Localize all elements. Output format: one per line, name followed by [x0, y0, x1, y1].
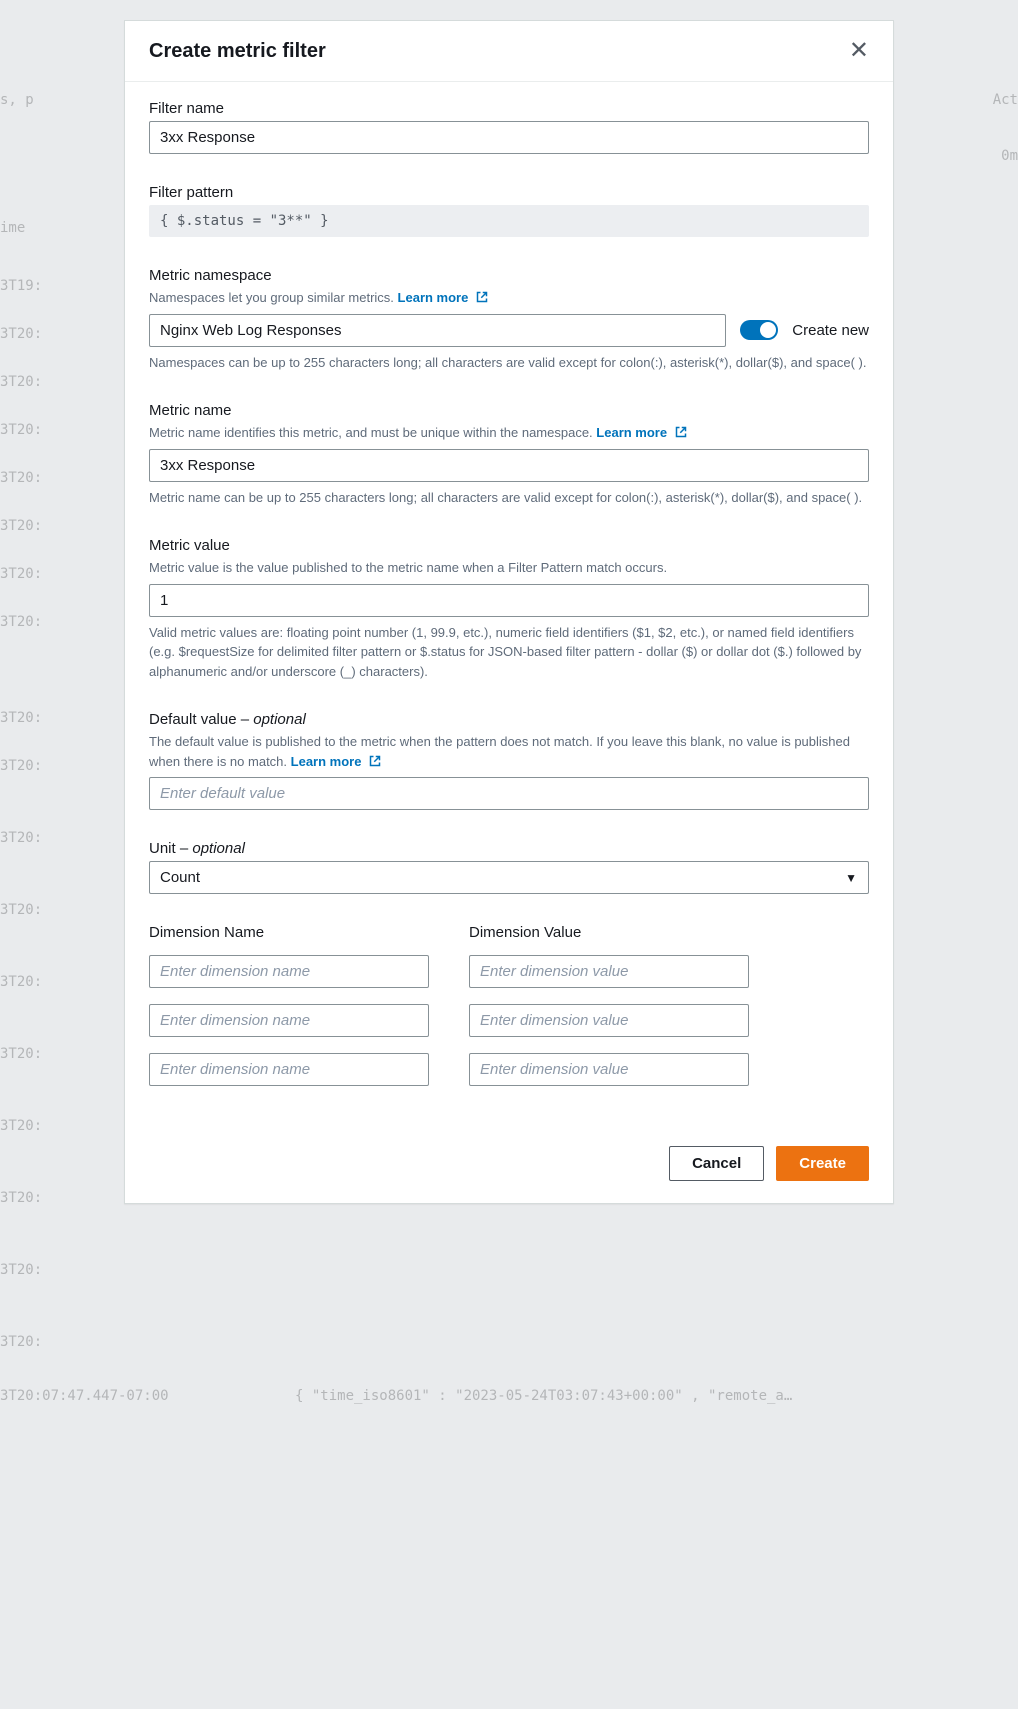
metric-value-field: Metric value Metric value is the value p… [149, 537, 869, 681]
metric-namespace-input[interactable] [149, 314, 726, 347]
namespace-learn-more-link[interactable]: Learn more [398, 290, 488, 305]
filter-pattern-label: Filter pattern [149, 184, 869, 201]
dimension-name-input[interactable] [149, 955, 429, 988]
metric-namespace-label: Metric namespace [149, 267, 869, 284]
unit-select[interactable] [149, 861, 869, 894]
metric-value-label: Metric value [149, 537, 869, 554]
modal-footer: Cancel Create [125, 1126, 893, 1203]
filter-name-field: Filter name [149, 100, 869, 154]
metric-name-input[interactable] [149, 449, 869, 482]
external-link-icon [369, 755, 381, 767]
dimension-name-header: Dimension Name [149, 924, 429, 941]
default-value-field: Default value – optional The default val… [149, 711, 869, 810]
dimension-value-input[interactable] [469, 1053, 749, 1086]
dimension-name-column: Dimension Name [149, 924, 429, 1102]
default-value-learn-more-link[interactable]: Learn more [291, 754, 381, 769]
unit-label: Unit – optional [149, 840, 869, 857]
metric-namespace-field: Metric namespace Namespaces let you grou… [149, 267, 869, 372]
metric-namespace-help: Namespaces let you group similar metrics… [149, 288, 869, 308]
metric-value-input[interactable] [149, 584, 869, 617]
metric-name-learn-more-link[interactable]: Learn more [596, 425, 686, 440]
metric-value-constraint: Valid metric values are: floating point … [149, 623, 869, 682]
metric-name-help: Metric name identifies this metric, and … [149, 423, 869, 443]
metric-namespace-constraint: Namespaces can be up to 255 characters l… [149, 353, 869, 373]
dimensions-section: Dimension Name Dimension Value [149, 924, 869, 1102]
dimension-name-input[interactable] [149, 1053, 429, 1086]
default-value-input[interactable] [149, 777, 869, 810]
dimension-value-column: Dimension Value [469, 924, 749, 1102]
create-button[interactable]: Create [776, 1146, 869, 1181]
create-metric-filter-modal: Create metric filter ✕ Filter name Filte… [124, 20, 894, 1204]
close-icon[interactable]: ✕ [849, 39, 869, 63]
filter-pattern-field: Filter pattern [149, 184, 869, 237]
dimension-name-input[interactable] [149, 1004, 429, 1037]
metric-name-label: Metric name [149, 402, 869, 419]
dimension-value-input[interactable] [469, 955, 749, 988]
metric-name-constraint: Metric name can be up to 255 characters … [149, 488, 869, 508]
modal-header: Create metric filter ✕ [125, 21, 893, 82]
create-new-namespace-label: Create new [792, 322, 869, 339]
metric-name-field: Metric name Metric name identifies this … [149, 402, 869, 507]
default-value-help: The default value is published to the me… [149, 732, 869, 771]
dimension-value-header: Dimension Value [469, 924, 749, 941]
filter-pattern-input [149, 205, 869, 237]
external-link-icon [476, 291, 488, 303]
external-link-icon [675, 426, 687, 438]
default-value-label: Default value – optional [149, 711, 869, 728]
cancel-button[interactable]: Cancel [669, 1146, 764, 1181]
filter-name-label: Filter name [149, 100, 869, 117]
create-new-namespace-toggle[interactable] [740, 320, 778, 340]
metric-value-help: Metric value is the value published to t… [149, 558, 869, 578]
dimension-value-input[interactable] [469, 1004, 749, 1037]
unit-field: Unit – optional ▼ [149, 840, 869, 894]
modal-title: Create metric filter [149, 40, 326, 63]
filter-name-input[interactable] [149, 121, 869, 154]
